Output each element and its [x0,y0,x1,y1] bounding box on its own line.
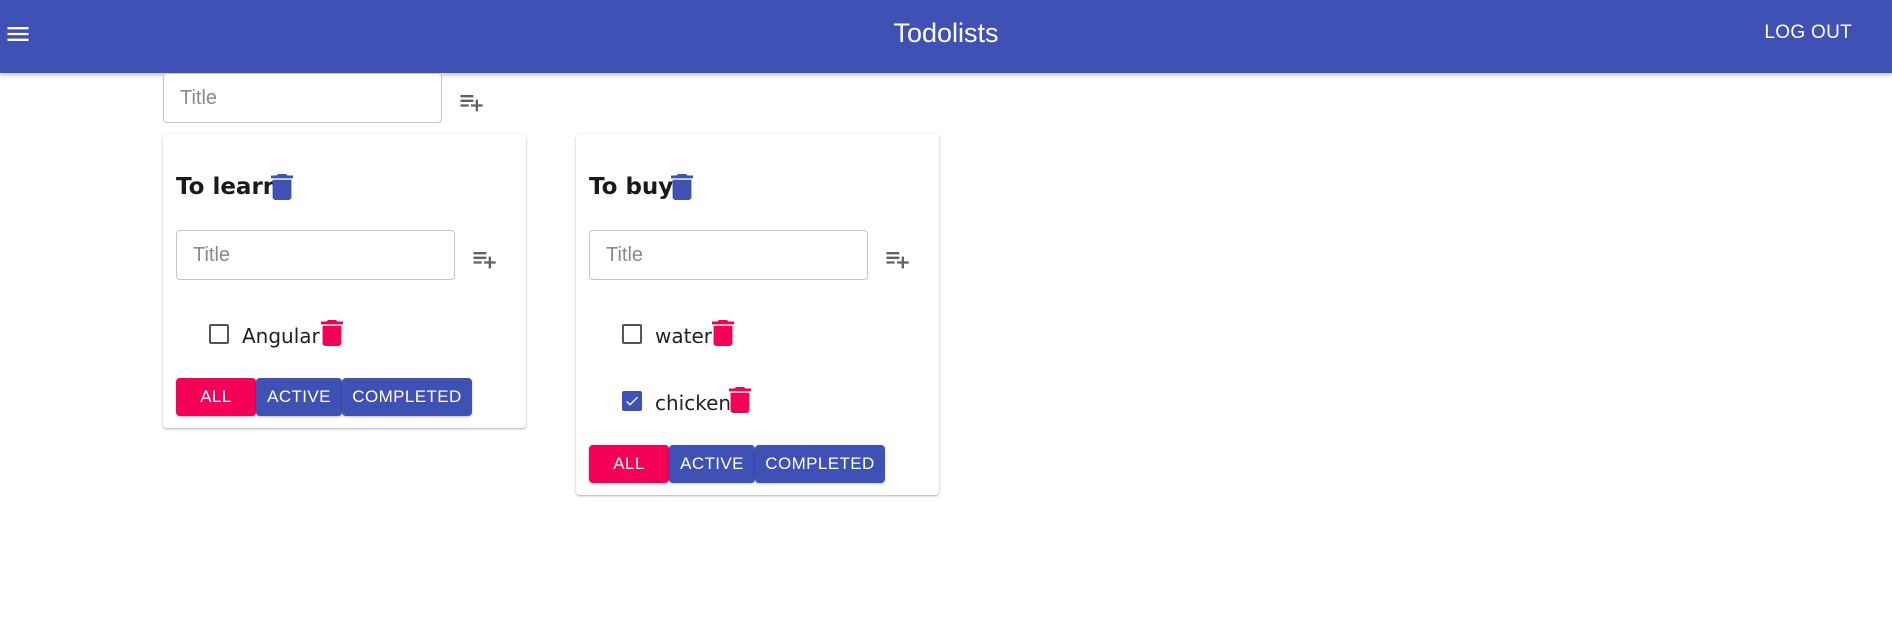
checkmark-icon [626,396,638,406]
new-task-field[interactable] [589,230,868,280]
app-title: Todolists [893,18,999,48]
new-task-field[interactable] [176,230,455,280]
task-item: Angular [209,320,469,350]
todolist-title: To learn [176,174,280,200]
task-checkbox[interactable] [209,324,229,344]
filter-all-button[interactable]: ALL [589,445,669,483]
playlist-add-icon[interactable] [457,88,485,116]
task-title: Angular [242,324,320,348]
new-task-input[interactable] [177,231,454,279]
logout-button[interactable]: LOG OUT [1764,22,1852,44]
task-title: water [655,324,712,348]
todolist-card: To learn Angular ALL ACTIVE COMPLETED [163,134,526,428]
todolist-card: To buy water chicken ALL ACTIVE COMPLETE… [576,134,939,495]
task-item: water [622,320,882,350]
new-task-input[interactable] [590,231,867,279]
new-todolist-field[interactable] [163,73,442,123]
filter-active-button[interactable]: ACTIVE [669,445,755,483]
filter-completed-button[interactable]: COMPLETED [342,378,472,416]
task-item: chicken [622,387,882,417]
playlist-add-icon[interactable] [470,245,498,273]
task-title: chicken [655,391,732,415]
task-checkbox[interactable] [622,324,642,344]
app-bar: Todolists LOG OUT [0,0,1892,73]
new-todolist-input[interactable] [164,74,441,122]
playlist-add-icon[interactable] [883,245,911,273]
todolist-title: To buy [589,174,674,200]
task-checkbox[interactable] [622,391,642,411]
delete-todolist-icon[interactable] [671,174,693,200]
delete-task-icon[interactable] [712,320,734,346]
delete-todolist-icon[interactable] [271,174,293,200]
filter-active-button[interactable]: ACTIVE [256,378,342,416]
delete-task-icon[interactable] [321,320,343,346]
delete-task-icon[interactable] [729,387,751,413]
filter-completed-button[interactable]: COMPLETED [755,445,885,483]
filter-all-button[interactable]: ALL [176,378,256,416]
